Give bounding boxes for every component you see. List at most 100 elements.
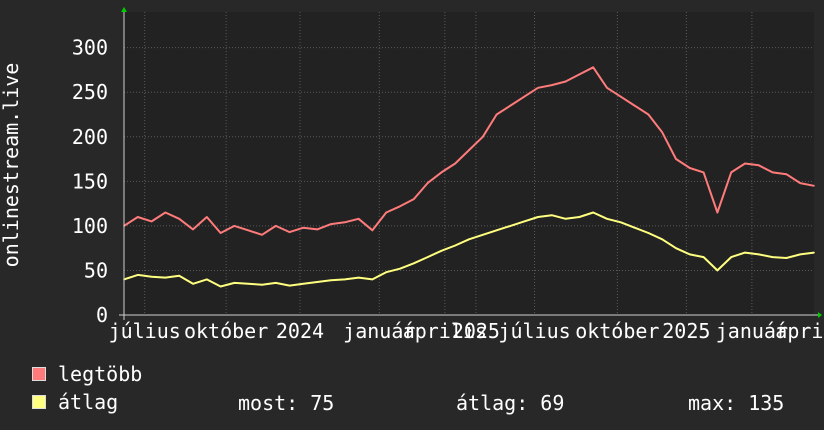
data-point — [192, 283, 194, 285]
data-point — [661, 238, 663, 241]
stat-avg: átlag: 69 — [456, 391, 565, 415]
y-tick-label: 300 — [72, 36, 108, 60]
data-point — [385, 211, 388, 214]
data-point — [357, 276, 360, 279]
data-point — [288, 284, 291, 287]
data-point — [537, 87, 539, 89]
legend-swatch-max — [32, 367, 46, 381]
data-point — [758, 253, 760, 256]
data-point — [689, 167, 691, 169]
data-point — [399, 205, 401, 208]
data-point — [454, 244, 457, 247]
data-point — [261, 283, 263, 286]
data-point — [219, 232, 222, 234]
legend-label-avg: átlag — [58, 390, 119, 414]
legend-swatch-avg — [32, 395, 46, 409]
legend-label-max: legtöbb — [58, 362, 143, 386]
data-point — [689, 253, 691, 256]
data-point — [371, 278, 374, 281]
data-point — [716, 269, 719, 272]
data-point — [302, 283, 305, 285]
data-point — [813, 251, 815, 254]
data-point — [551, 214, 553, 216]
stat-now: most: 75 — [238, 391, 335, 415]
data-point — [426, 256, 429, 258]
data-point — [247, 283, 249, 285]
x-tick-label: 2024 — [276, 319, 324, 343]
data-point — [744, 162, 746, 165]
data-point — [385, 271, 388, 274]
data-point — [730, 256, 732, 258]
data-point — [799, 253, 801, 256]
x-tick-label: július — [109, 319, 181, 343]
data-point — [288, 231, 291, 233]
data-point — [164, 276, 167, 279]
data-point — [716, 211, 719, 214]
data-point — [578, 216, 581, 218]
data-point — [633, 226, 636, 229]
data-point — [275, 282, 277, 284]
y-tick-labels: 0 50 100 150 200 250 300 — [72, 36, 108, 327]
x-tick-label: 2025 — [662, 319, 710, 343]
data-point — [206, 216, 208, 218]
x-tick-label: április — [775, 319, 824, 343]
legend-item-max: legtöbb — [32, 362, 143, 386]
data-point — [413, 198, 415, 200]
data-point — [647, 113, 650, 116]
data-point — [482, 136, 484, 138]
data-point — [592, 211, 594, 214]
data-point — [426, 182, 429, 184]
y-tick-label: 250 — [72, 80, 108, 104]
stat-max: max: 135 — [688, 391, 785, 415]
y-tick-label: 50 — [84, 258, 108, 282]
x-tick-label: 2025 — [452, 319, 500, 343]
data-point — [606, 87, 608, 89]
x-tick-labels: július október 2024 januáráprilis2025július… — [109, 319, 824, 343]
data-point — [164, 211, 167, 214]
data-point — [785, 173, 788, 175]
x-tick-label: október — [184, 319, 268, 343]
data-point — [330, 279, 332, 282]
data-point — [523, 220, 525, 223]
data-point — [137, 216, 139, 218]
y-tick-label: 100 — [72, 214, 108, 238]
legend-item-avg: átlag — [32, 390, 119, 414]
data-point — [413, 262, 415, 265]
data-point — [178, 218, 180, 220]
data-point — [275, 225, 277, 227]
data-point — [537, 216, 539, 218]
data-point — [150, 220, 153, 223]
data-point — [371, 229, 374, 232]
data-point — [592, 66, 594, 69]
data-point — [564, 80, 567, 83]
data-point — [440, 250, 443, 252]
data-point — [150, 275, 153, 278]
data-point — [633, 104, 636, 107]
data-point — [509, 104, 512, 107]
data-point — [771, 256, 774, 258]
data-point — [192, 228, 194, 231]
data-point — [261, 234, 263, 236]
x-tick-label: október — [575, 319, 659, 343]
data-point — [675, 247, 677, 249]
data-point — [675, 158, 677, 160]
data-point — [302, 226, 305, 229]
data-point — [357, 218, 360, 220]
data-point — [564, 218, 567, 220]
x-tick-label: július — [498, 319, 570, 343]
data-point — [785, 257, 788, 259]
data-point — [316, 281, 319, 283]
data-point — [344, 278, 346, 281]
data-point — [799, 182, 801, 184]
data-point — [233, 282, 236, 284]
data-point — [468, 238, 470, 241]
data-point — [206, 278, 208, 281]
y-tick-label: 0 — [96, 303, 108, 327]
data-point — [316, 228, 319, 231]
data-point — [744, 251, 746, 254]
data-point — [178, 275, 180, 277]
data-point — [495, 229, 498, 232]
data-point — [661, 131, 663, 134]
data-point — [233, 225, 236, 227]
data-point — [137, 274, 139, 276]
